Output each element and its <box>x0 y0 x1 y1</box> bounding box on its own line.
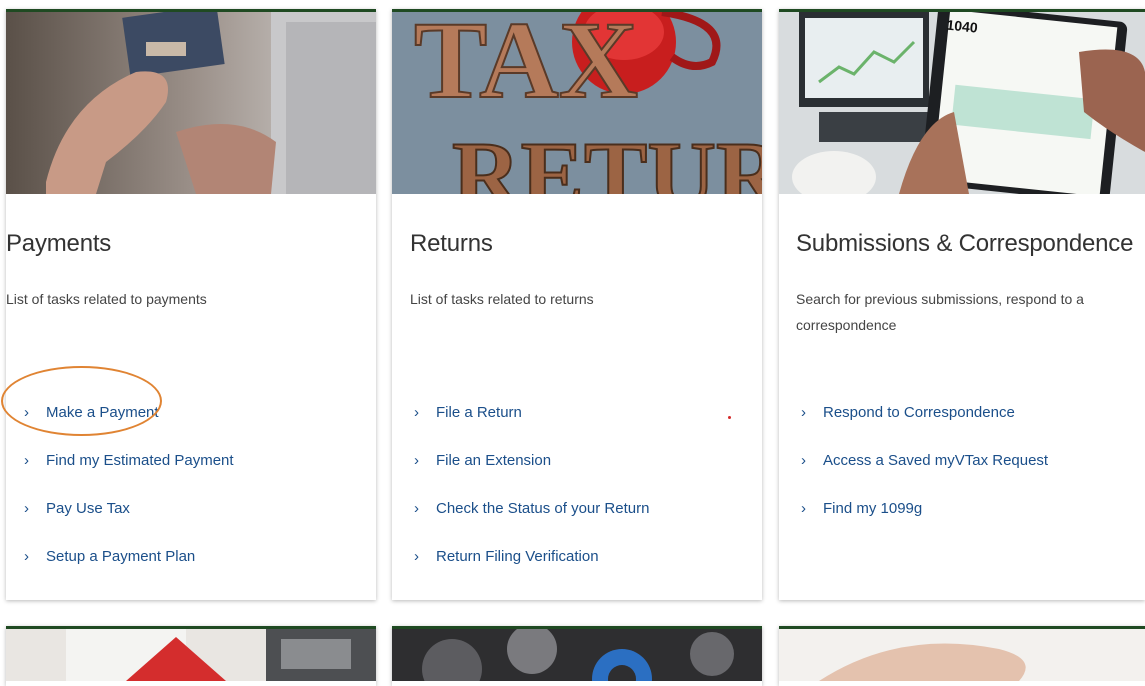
return-filing-verification-link[interactable]: › Return Filing Verification <box>414 532 649 580</box>
house-calculator-photo <box>6 629 376 681</box>
respond-to-correspondence-link[interactable]: › Respond to Correspondence <box>801 388 1048 436</box>
red-dot-mark <box>728 416 731 419</box>
setup-payment-plan-link[interactable]: › Setup a Payment Plan <box>24 532 234 580</box>
symbols-photo <box>392 624 762 686</box>
find-estimated-payment-link[interactable]: › Find my Estimated Payment <box>24 436 234 484</box>
make-a-payment-link[interactable]: › Make a Payment <box>24 388 234 436</box>
chevron-right-icon: › <box>414 451 419 469</box>
check-return-status-link[interactable]: › Check the Status of your Return <box>414 484 649 532</box>
hands-photo <box>779 629 1145 681</box>
payments-card-image <box>6 12 376 194</box>
access-saved-request-link[interactable]: › Access a Saved myVTax Request <box>801 436 1048 484</box>
payments-description: List of tasks related to payments <box>6 291 207 307</box>
returns-card: TAX RETURN Returns List of tasks related… <box>392 9 762 600</box>
returns-description: List of tasks related to returns <box>410 291 594 307</box>
chevron-right-icon: › <box>24 403 29 421</box>
chevron-right-icon: › <box>24 451 29 469</box>
tax-word: TAX <box>414 12 638 121</box>
form-1040-label: 1040 <box>946 17 979 36</box>
submissions-title: Submissions & Correspondence <box>796 230 1134 257</box>
returns-link-list: › File a Return › File an Extension › Check… <box>414 388 649 580</box>
submissions-link-list: › Respond to Correspondence › Access a Sav… <box>801 388 1048 532</box>
return-word: RETURN <box>452 122 762 194</box>
chevron-right-icon: › <box>24 499 29 517</box>
submissions-card-image: 1040 <box>779 12 1145 194</box>
chevron-right-icon: › <box>801 499 806 517</box>
payments-link-list: › Make a Payment › Find my Estimated Payme… <box>24 388 234 580</box>
chevron-right-icon: › <box>414 403 419 421</box>
pay-use-tax-link[interactable]: › Pay Use Tax <box>24 484 234 532</box>
chevron-right-icon: › <box>801 403 806 421</box>
returns-title: Returns <box>410 230 493 257</box>
bottom-card-2 <box>392 624 762 686</box>
tablet-tax-form-photo: 1040 <box>779 12 1145 194</box>
credit-card-laptop-photo <box>6 12 376 194</box>
file-an-extension-link[interactable]: › File an Extension <box>414 436 649 484</box>
tax-return-letterpress-photo: TAX RETURN <box>392 12 762 194</box>
payments-title: Payments <box>6 230 112 257</box>
payments-card: Payments List of tasks related to paymen… <box>6 9 376 600</box>
returns-card-image: TAX RETURN <box>392 12 762 194</box>
submissions-description: Search for previous submissions, respond… <box>796 291 1084 333</box>
submissions-card: 1040 Submissions & Correspondence Search… <box>779 9 1145 600</box>
chevron-right-icon: › <box>801 451 806 469</box>
bottom-card-1 <box>6 626 376 686</box>
chevron-right-icon: › <box>414 547 419 565</box>
chevron-right-icon: › <box>414 499 419 517</box>
bottom-card-3 <box>779 626 1145 686</box>
file-a-return-link[interactable]: › File a Return <box>414 388 649 436</box>
chevron-right-icon: › <box>24 547 29 565</box>
find-my-1099g-link[interactable]: › Find my 1099g <box>801 484 1048 532</box>
